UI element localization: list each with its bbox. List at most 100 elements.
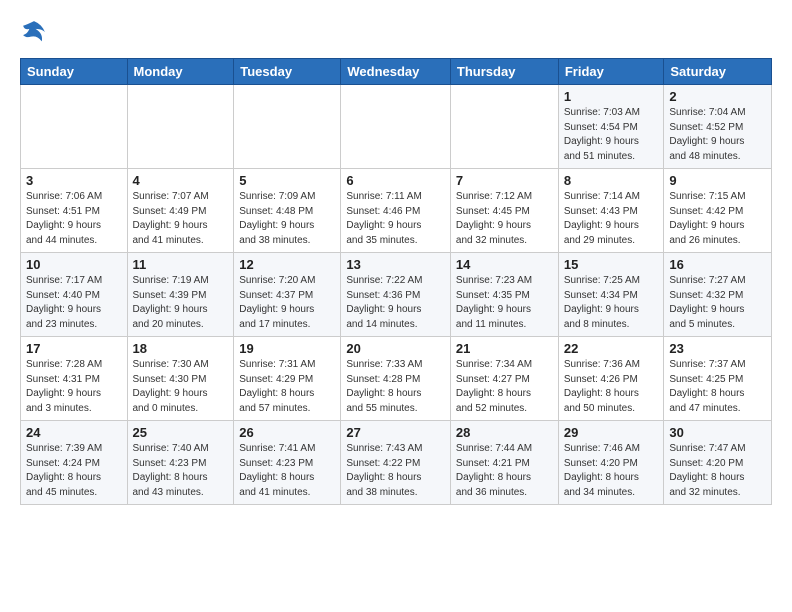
day-number: 21 — [456, 341, 553, 356]
day-number: 7 — [456, 173, 553, 188]
day-info: Sunrise: 7:41 AMSunset: 4:23 PMDaylight:… — [239, 442, 335, 500]
day-number: 19 — [239, 341, 335, 356]
day-number: 9 — [669, 173, 766, 188]
day-info: Sunrise: 7:20 AMSunset: 4:37 PMDaylight:… — [239, 274, 335, 332]
day-number: 25 — [133, 425, 229, 440]
calendar-cell: 5Sunrise: 7:09 AMSunset: 4:48 PMDaylight… — [234, 169, 341, 253]
calendar-week-2: 3 Sunrise: 7:06 AMSunset: 4:51 PMDaylight… — [21, 169, 772, 253]
day-number: 3 — [26, 173, 122, 188]
calendar-cell: 15 Sunrise: 7:25 AMSunset: 4:34 PMDayligh… — [558, 253, 664, 337]
page: SundayMondayTuesdayWednesdayThursdayFrid… — [0, 0, 792, 519]
day-info: Sunrise: 7:11 AMSunset: 4:46 PMDaylight:… — [346, 190, 445, 248]
calendar-cell — [450, 85, 558, 169]
day-info: Sunrise: 7:03 AMSunset: 4:54 PMDaylight:… — [564, 106, 659, 164]
calendar-cell: 21 Sunrise: 7:34 AMSunset: 4:27 PMDayligh… — [450, 337, 558, 421]
calendar-cell: 11Sunrise: 7:19 AMSunset: 4:39 PMDayligh… — [127, 253, 234, 337]
day-info: Sunrise: 7:39 AMSunset: 4:24 PMDaylight:… — [26, 442, 122, 500]
logo-icon — [20, 18, 48, 46]
calendar-cell: 19 Sunrise: 7:31 AMSunset: 4:29 PMDayligh… — [234, 337, 341, 421]
day-number: 28 — [456, 425, 553, 440]
weekday-header-saturday: Saturday — [664, 59, 772, 85]
day-number: 17 — [26, 341, 122, 356]
weekday-header-sunday: Sunday — [21, 59, 128, 85]
calendar-week-5: 24 Sunrise: 7:39 AMSunset: 4:24 PMDayligh… — [21, 421, 772, 505]
calendar-week-1: 1 Sunrise: 7:03 AMSunset: 4:54 PMDaylight… — [21, 85, 772, 169]
day-info: Sunrise: 7:12 AMSunset: 4:45 PMDaylight:… — [456, 190, 553, 248]
day-info: Sunrise: 7:22 AMSunset: 4:36 PMDaylight:… — [346, 274, 445, 332]
calendar-week-3: 10 Sunrise: 7:17 AMSunset: 4:40 PMDayligh… — [21, 253, 772, 337]
calendar-cell: 26Sunrise: 7:41 AMSunset: 4:23 PMDayligh… — [234, 421, 341, 505]
calendar-cell: 28 Sunrise: 7:44 AMSunset: 4:21 PMDayligh… — [450, 421, 558, 505]
calendar-cell: 12 Sunrise: 7:20 AMSunset: 4:37 PMDayligh… — [234, 253, 341, 337]
day-number: 23 — [669, 341, 766, 356]
calendar-cell — [341, 85, 451, 169]
calendar-cell: 4Sunrise: 7:07 AMSunset: 4:49 PMDaylight… — [127, 169, 234, 253]
calendar-cell: 27 Sunrise: 7:43 AMSunset: 4:22 PMDayligh… — [341, 421, 451, 505]
day-number: 30 — [669, 425, 766, 440]
calendar-cell: 2 Sunrise: 7:04 AMSunset: 4:52 PMDaylight… — [664, 85, 772, 169]
day-info: Sunrise: 7:07 AMSunset: 4:49 PMDaylight:… — [133, 190, 229, 248]
day-number: 10 — [26, 257, 122, 272]
day-number: 14 — [456, 257, 553, 272]
day-number: 2 — [669, 89, 766, 104]
day-info: Sunrise: 7:44 AMSunset: 4:21 PMDaylight:… — [456, 442, 553, 500]
calendar-cell: 14 Sunrise: 7:23 AMSunset: 4:35 PMDayligh… — [450, 253, 558, 337]
calendar-cell: 24 Sunrise: 7:39 AMSunset: 4:24 PMDayligh… — [21, 421, 128, 505]
day-number: 29 — [564, 425, 659, 440]
calendar-header: SundayMondayTuesdayWednesdayThursdayFrid… — [21, 59, 772, 85]
calendar-cell: 30 Sunrise: 7:47 AMSunset: 4:20 PMDayligh… — [664, 421, 772, 505]
calendar-cell — [21, 85, 128, 169]
calendar-cell: 23 Sunrise: 7:37 AMSunset: 4:25 PMDayligh… — [664, 337, 772, 421]
calendar-cell: 6 Sunrise: 7:11 AMSunset: 4:46 PMDaylight… — [341, 169, 451, 253]
weekday-header-friday: Friday — [558, 59, 664, 85]
calendar-cell: 8Sunrise: 7:14 AMSunset: 4:43 PMDaylight… — [558, 169, 664, 253]
calendar-cell: 10 Sunrise: 7:17 AMSunset: 4:40 PMDayligh… — [21, 253, 128, 337]
day-number: 11 — [133, 257, 229, 272]
day-number: 1 — [564, 89, 659, 104]
calendar-cell: 16Sunrise: 7:27 AMSunset: 4:32 PMDayligh… — [664, 253, 772, 337]
day-info: Sunrise: 7:37 AMSunset: 4:25 PMDaylight:… — [669, 358, 766, 416]
day-info: Sunrise: 7:04 AMSunset: 4:52 PMDaylight:… — [669, 106, 766, 164]
calendar-cell: 22Sunrise: 7:36 AMSunset: 4:26 PMDayligh… — [558, 337, 664, 421]
day-number: 24 — [26, 425, 122, 440]
day-info: Sunrise: 7:40 AMSunset: 4:23 PMDaylight:… — [133, 442, 229, 500]
day-number: 22 — [564, 341, 659, 356]
day-number: 13 — [346, 257, 445, 272]
calendar-cell: 7 Sunrise: 7:12 AMSunset: 4:45 PMDaylight… — [450, 169, 558, 253]
header — [20, 18, 772, 48]
day-info: Sunrise: 7:31 AMSunset: 4:29 PMDaylight:… — [239, 358, 335, 416]
calendar-cell: 9 Sunrise: 7:15 AMSunset: 4:42 PMDaylight… — [664, 169, 772, 253]
calendar-cell: 13 Sunrise: 7:22 AMSunset: 4:36 PMDayligh… — [341, 253, 451, 337]
day-info: Sunrise: 7:25 AMSunset: 4:34 PMDaylight:… — [564, 274, 659, 332]
day-number: 12 — [239, 257, 335, 272]
day-number: 8 — [564, 173, 659, 188]
calendar-cell: 20Sunrise: 7:33 AMSunset: 4:28 PMDayligh… — [341, 337, 451, 421]
calendar-cell — [127, 85, 234, 169]
day-info: Sunrise: 7:27 AMSunset: 4:32 PMDaylight:… — [669, 274, 766, 332]
logo — [20, 18, 50, 48]
calendar-body: 1 Sunrise: 7:03 AMSunset: 4:54 PMDaylight… — [21, 85, 772, 505]
calendar-cell: 29 Sunrise: 7:46 AMSunset: 4:20 PMDayligh… — [558, 421, 664, 505]
day-info: Sunrise: 7:46 AMSunset: 4:20 PMDaylight:… — [564, 442, 659, 500]
weekday-header-monday: Monday — [127, 59, 234, 85]
calendar-week-4: 17Sunrise: 7:28 AMSunset: 4:31 PMDayligh… — [21, 337, 772, 421]
weekday-header-tuesday: Tuesday — [234, 59, 341, 85]
day-number: 6 — [346, 173, 445, 188]
day-number: 18 — [133, 341, 229, 356]
day-info: Sunrise: 7:30 AMSunset: 4:30 PMDaylight:… — [133, 358, 229, 416]
day-info: Sunrise: 7:47 AMSunset: 4:20 PMDaylight:… — [669, 442, 766, 500]
day-number: 20 — [346, 341, 445, 356]
calendar-cell: 25 Sunrise: 7:40 AMSunset: 4:23 PMDayligh… — [127, 421, 234, 505]
header-row: SundayMondayTuesdayWednesdayThursdayFrid… — [21, 59, 772, 85]
day-number: 15 — [564, 257, 659, 272]
day-number: 27 — [346, 425, 445, 440]
day-info: Sunrise: 7:34 AMSunset: 4:27 PMDaylight:… — [456, 358, 553, 416]
day-info: Sunrise: 7:43 AMSunset: 4:22 PMDaylight:… — [346, 442, 445, 500]
day-info: Sunrise: 7:17 AMSunset: 4:40 PMDaylight:… — [26, 274, 122, 332]
day-info: Sunrise: 7:09 AMSunset: 4:48 PMDaylight:… — [239, 190, 335, 248]
calendar-table: SundayMondayTuesdayWednesdayThursdayFrid… — [20, 58, 772, 505]
day-info: Sunrise: 7:15 AMSunset: 4:42 PMDaylight:… — [669, 190, 766, 248]
day-info: Sunrise: 7:06 AMSunset: 4:51 PMDaylight:… — [26, 190, 122, 248]
day-info: Sunrise: 7:23 AMSunset: 4:35 PMDaylight:… — [456, 274, 553, 332]
calendar-cell: 18 Sunrise: 7:30 AMSunset: 4:30 PMDayligh… — [127, 337, 234, 421]
